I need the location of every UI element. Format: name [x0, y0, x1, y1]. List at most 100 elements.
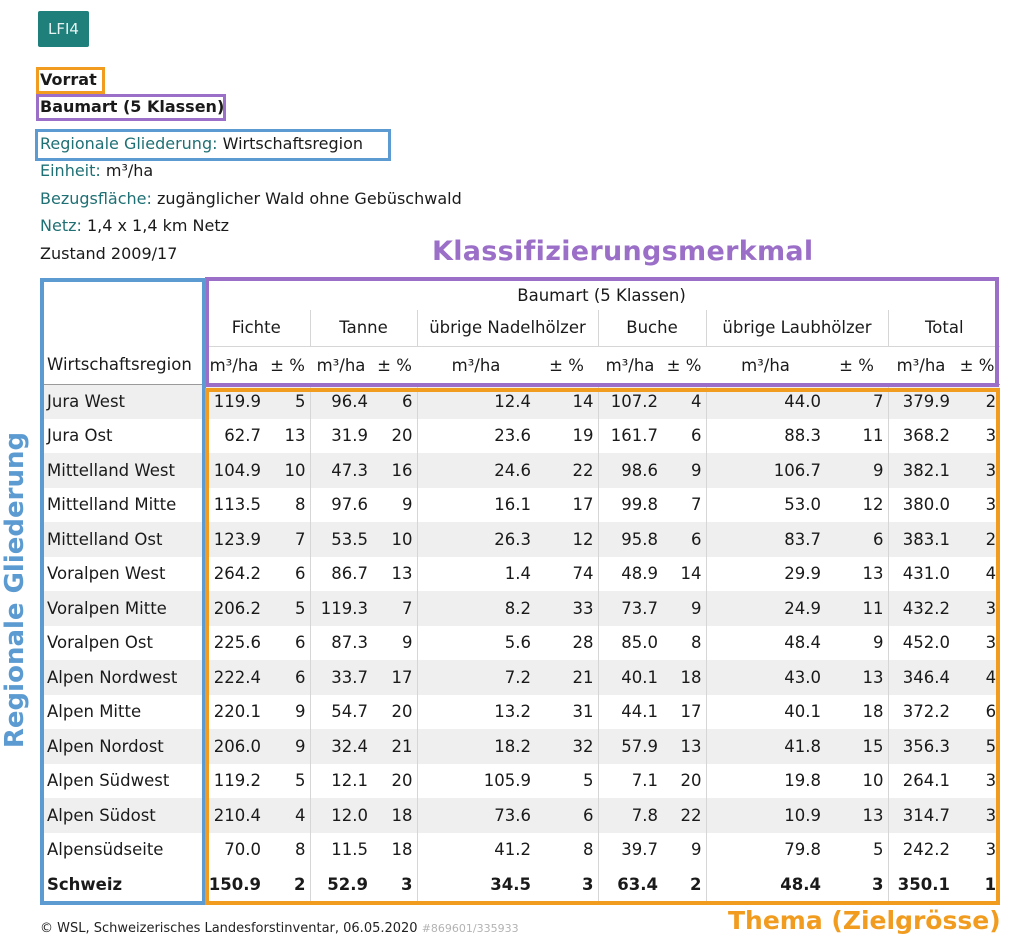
region-cell: Jura West — [47, 392, 126, 411]
value-cell: 23.6 — [416, 418, 535, 453]
col-total: Total — [887, 310, 1001, 347]
value-cell: 8.2 — [416, 591, 535, 626]
error-cell: 1 — [984, 874, 997, 894]
error-cell: 6 — [583, 805, 594, 825]
region-cell: Alpen Südwest — [47, 771, 170, 791]
table-row: Voralpen Ost 225.6 6 87.3 9 5.6 28 85.0 8 48.4 9 45… — [41, 625, 1000, 660]
error-cell: 21 — [572, 667, 594, 687]
error-cell: 13 — [391, 564, 413, 584]
value-cell: 119.3 — [309, 591, 372, 626]
value-cell: 119.9 — [213, 392, 261, 411]
error-cell: 6 — [691, 426, 702, 446]
error-cell: 14 — [572, 392, 594, 411]
unit-header: m³/ha — [896, 355, 946, 375]
error-cell: 2 — [294, 874, 306, 894]
error-cell: 10 — [862, 771, 884, 791]
col-fichte: Fichte — [203, 310, 310, 347]
value-cell: 150.9 — [208, 874, 261, 894]
meta-bezug: Bezugsfläche: zugänglicher Wald ohne Geb… — [40, 189, 462, 209]
error-cell: 2 — [985, 529, 997, 549]
value-cell: 34.5 — [416, 867, 535, 902]
error-cell: 6 — [402, 392, 413, 411]
value-cell: 113.5 — [213, 495, 261, 515]
region-cell: Voralpen Ost — [47, 633, 153, 653]
value-cell: 47.3 — [309, 453, 372, 488]
value-cell: 53.0 — [705, 487, 825, 522]
value-cell: 380.0 — [887, 487, 954, 522]
value-cell: 52.9 — [309, 867, 372, 902]
value-cell: 62.7 — [224, 426, 261, 446]
value-cell: 26.3 — [416, 522, 535, 557]
lfi4-logo: LFI4 — [38, 11, 89, 47]
error-cell: 3 — [582, 874, 594, 894]
value-cell: 123.9 — [213, 529, 261, 549]
error-cell: 9 — [691, 840, 702, 860]
value-cell: 48.4 — [705, 867, 825, 902]
vorrat-table: Baumart (5 Klassen) Fichte Tanne übrige … — [41, 280, 1001, 902]
error-cell: 13 — [680, 736, 702, 756]
col-tanne: Tanne — [309, 310, 417, 347]
value-cell: 44.1 — [597, 694, 662, 729]
table-row-total: Schweiz 150.9 2 52.9 3 34.5 3 63.4 2 48.4 3 350.1 1 — [41, 867, 1001, 902]
value-cell: 13.2 — [416, 694, 535, 729]
value-cell: 12.1 — [309, 763, 372, 798]
value-cell: 39.7 — [597, 832, 662, 867]
unit-header: m³/ha — [316, 355, 366, 375]
error-cell: 74 — [572, 564, 594, 584]
error-cell: 3 — [985, 598, 997, 618]
table-row: Alpen Südost 210.4 4 12.0 18 73.6 6 7.8 22 10.9 13… — [41, 798, 1001, 833]
error-cell: 10 — [391, 529, 413, 549]
value-cell: 41.8 — [705, 729, 825, 764]
error-cell: 9 — [295, 736, 306, 756]
value-cell: 48.9 — [597, 556, 662, 591]
error-cell: 9 — [402, 495, 413, 515]
table-row: Alpen Nordwest 222.4 6 33.7 17 7.2 21 40.1 18 43.… — [41, 660, 1001, 695]
value-cell: 48.4 — [705, 625, 825, 660]
region-cell: Schweiz — [47, 874, 123, 894]
value-cell: 225.6 — [213, 633, 261, 653]
meta-netz: Netz: 1,4 x 1,4 km Netz — [40, 216, 229, 236]
error-cell: 13 — [862, 564, 884, 584]
error-cell: 6 — [985, 702, 997, 722]
value-cell: 222.4 — [213, 667, 261, 687]
header-empty-2 — [41, 310, 203, 346]
value-cell: 86.7 — [309, 556, 372, 591]
value-cell: 452.0 — [887, 625, 954, 660]
value-cell: 99.8 — [597, 487, 662, 522]
value-cell: 70.0 — [224, 840, 261, 860]
error-cell: 2 — [690, 874, 702, 894]
value-cell: 54.7 — [309, 694, 372, 729]
value-cell: 73.7 — [597, 591, 662, 626]
col-wirtschaftsregion: Wirtschaftsregion — [47, 355, 192, 375]
header-baumart-group: Baumart (5 Klassen) — [517, 285, 686, 305]
value-cell: 32.4 — [309, 729, 372, 764]
value-cell: 12.0 — [309, 798, 372, 833]
error-cell: 8 — [691, 633, 702, 653]
error-cell: 8 — [583, 840, 594, 860]
value-cell: 40.1 — [705, 694, 825, 729]
value-cell: 264.2 — [213, 564, 261, 584]
value-cell: 41.2 — [416, 832, 535, 867]
table-row: Alpen Südwest 119.2 5 12.1 20 105.9 5 7.1 20 19.8… — [41, 763, 1000, 798]
value-cell: 31.9 — [309, 418, 372, 453]
unit-header: m³/ha — [209, 355, 259, 375]
value-cell: 350.1 — [887, 867, 954, 902]
value-cell: 83.7 — [705, 522, 825, 557]
table-row: Alpensüdseite 70.0 8 11.5 18 41.2 8 39.7 9 79.8 5 2… — [41, 832, 1000, 867]
meta-bezug-label: Bezugsfläche: — [40, 189, 152, 208]
error-cell: 12 — [572, 529, 594, 549]
title-baumart: Baumart (5 Klassen) — [40, 97, 225, 116]
error-cell: 33 — [572, 598, 594, 618]
value-cell: 24.6 — [416, 453, 535, 488]
col-buche: Buche — [597, 310, 706, 347]
error-cell: 16 — [391, 460, 413, 480]
error-cell: 9 — [691, 598, 702, 618]
value-cell: 79.8 — [705, 832, 825, 867]
value-cell: 383.1 — [887, 522, 954, 557]
title-vorrat: Vorrat — [40, 70, 97, 89]
region-cell: Mittelland Ost — [47, 529, 163, 549]
error-cell: 18 — [680, 667, 702, 687]
error-cell: 19 — [572, 426, 594, 446]
value-cell: 10.9 — [705, 798, 825, 833]
value-cell: 106.7 — [705, 453, 825, 488]
